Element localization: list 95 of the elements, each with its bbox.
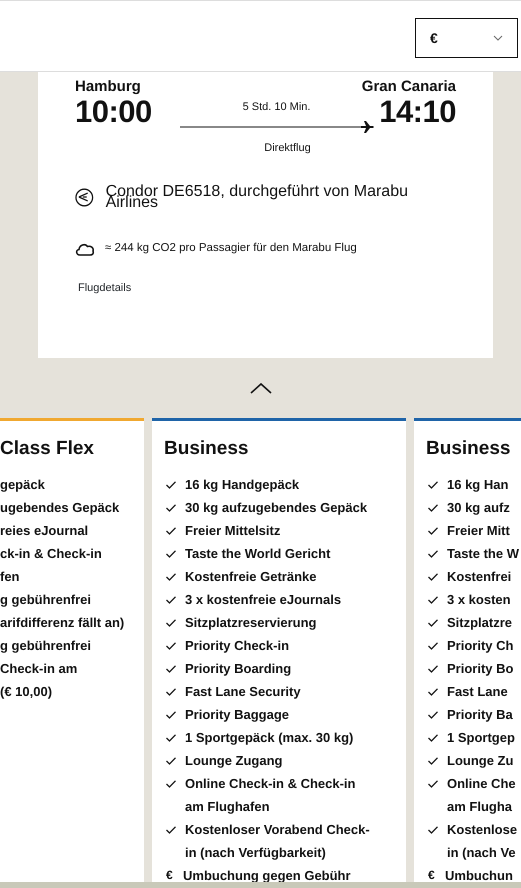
feature-text: fen bbox=[0, 568, 20, 586]
feature-text: am Flugha bbox=[447, 798, 514, 816]
check-icon bbox=[166, 780, 176, 788]
feature-text: arifdifferenz fällt an) bbox=[0, 614, 124, 632]
feature-text: 1 Sportgepäck (max. 30 kg) bbox=[185, 729, 354, 747]
feature-text: Priority Check-in bbox=[185, 637, 290, 655]
feature-text: reies eJournal bbox=[0, 522, 88, 540]
feature-text: 3 x kosten bbox=[447, 591, 511, 609]
check-icon bbox=[166, 757, 176, 765]
feature-text: in (nach Verfügbarkeit) bbox=[185, 844, 327, 862]
check-icon bbox=[166, 481, 176, 489]
check-icon bbox=[428, 665, 438, 673]
check-icon bbox=[166, 826, 176, 834]
collapse-chevron-icon[interactable] bbox=[250, 382, 272, 394]
feature-text: Kostenloser Vorabend Check- bbox=[185, 821, 370, 839]
feature-text: Priority Bo bbox=[447, 660, 514, 678]
check-icon bbox=[166, 550, 176, 558]
check-icon bbox=[428, 550, 438, 558]
arrival-time: 14:10 bbox=[379, 95, 456, 129]
check-icon bbox=[166, 734, 176, 742]
flight-duration: 5 Std. 10 Min. bbox=[242, 100, 310, 115]
check-icon bbox=[166, 642, 176, 650]
check-icon bbox=[428, 826, 438, 834]
check-icon bbox=[166, 596, 176, 604]
feature-text: Lounge Zu bbox=[447, 752, 514, 770]
fare-title: Business bbox=[164, 438, 250, 460]
feature-text: g gebührenfrei bbox=[0, 637, 92, 655]
feature-text: Freier Mittelsitz bbox=[185, 522, 280, 540]
check-icon bbox=[428, 619, 438, 627]
euro-symbol: € bbox=[427, 867, 436, 884]
feature-text: ck-in & Check-in bbox=[0, 545, 102, 563]
feature-text: Kostenfrei bbox=[447, 568, 512, 586]
flight-details-link[interactable]: Flugdetails bbox=[78, 280, 132, 297]
check-icon bbox=[428, 757, 438, 765]
feature-text: Sitzplatzreservierung bbox=[185, 614, 316, 632]
feature-text: Taste the W bbox=[447, 545, 519, 563]
check-icon bbox=[428, 780, 438, 788]
feature-text: 16 kg Han bbox=[447, 476, 508, 494]
check-icon bbox=[428, 642, 438, 650]
check-icon bbox=[166, 573, 176, 581]
feature-text: Kostenfreie Getränke bbox=[185, 568, 316, 586]
feature-text: 30 kg aufzugebendes Gepäck bbox=[185, 499, 368, 517]
feature-text: Priority Ba bbox=[447, 706, 513, 724]
feature-text: Taste the World Gericht bbox=[185, 545, 330, 563]
feature-text: 3 x kostenfreie eJournals bbox=[185, 591, 342, 609]
check-icon bbox=[428, 734, 438, 742]
check-icon bbox=[428, 688, 438, 696]
destination-city: Gran Canaria bbox=[362, 78, 456, 95]
origin-city: Hamburg bbox=[75, 78, 141, 95]
feature-text: am Flughafen bbox=[185, 798, 271, 816]
feature-text: Umbuchung gegen Gebühr bbox=[183, 867, 351, 885]
check-icon bbox=[428, 573, 438, 581]
feature-text: Check-in am bbox=[0, 660, 78, 678]
feature-text: Kostenlose bbox=[447, 821, 518, 839]
check-icon bbox=[166, 711, 176, 719]
check-icon bbox=[428, 481, 438, 489]
feature-text: Priority Boarding bbox=[185, 660, 292, 678]
check-icon bbox=[166, 619, 176, 627]
feature-text: in (nach Ve bbox=[447, 844, 517, 862]
feature-text: Lounge Zugang bbox=[185, 752, 282, 770]
stops-text: Direktflug bbox=[264, 140, 311, 156]
check-icon bbox=[166, 527, 176, 535]
fare-title: Class Flex bbox=[0, 438, 95, 460]
feature-text: Online Che bbox=[447, 775, 516, 793]
feature-text: gepäck bbox=[0, 476, 45, 494]
check-icon bbox=[428, 711, 438, 719]
cloud-icon bbox=[75, 242, 95, 256]
check-icon bbox=[166, 504, 176, 512]
feature-text: Sitzplatzre bbox=[447, 614, 512, 632]
fare-title: Business bbox=[426, 438, 512, 460]
feature-text: Freier Mitt bbox=[447, 522, 510, 540]
feature-text: 16 kg Handgepäck bbox=[185, 476, 300, 494]
departure-time: 10:00 bbox=[75, 95, 152, 129]
feature-text: Priority Baggage bbox=[185, 706, 290, 724]
check-icon bbox=[166, 688, 176, 696]
feature-text: 30 kg aufz bbox=[447, 499, 510, 517]
feature-text: Online Check-in & Check-in bbox=[185, 775, 356, 793]
feature-text: Fast Lane Security bbox=[185, 683, 301, 701]
check-icon bbox=[428, 596, 438, 604]
emissions-text: ≈ 244 kg CO2 pro Passagier für den Marabu Flug bbox=[105, 241, 357, 256]
feature-text: Priority Ch bbox=[447, 637, 514, 655]
euro-symbol: € bbox=[165, 867, 174, 884]
check-icon bbox=[166, 665, 176, 673]
feature-text: (€ 10,00) bbox=[0, 683, 54, 701]
check-icon bbox=[428, 504, 438, 512]
chevron-down-icon bbox=[493, 35, 503, 41]
airline-logo-icon bbox=[75, 188, 94, 206]
feature-text: Fast Lane bbox=[447, 683, 508, 701]
feature-text: g gebührenfrei bbox=[0, 591, 92, 609]
feature-text: Umbuchun bbox=[445, 867, 513, 885]
feature-text: 1 Sportgep bbox=[447, 729, 515, 747]
feature-text: ugebendes Gepäck bbox=[0, 499, 120, 517]
currency-select[interactable]: € bbox=[415, 18, 518, 58]
operator-text: Condor DE6518, durchgeführt von Marabu Airlines bbox=[106, 186, 409, 208]
check-icon bbox=[428, 527, 438, 535]
